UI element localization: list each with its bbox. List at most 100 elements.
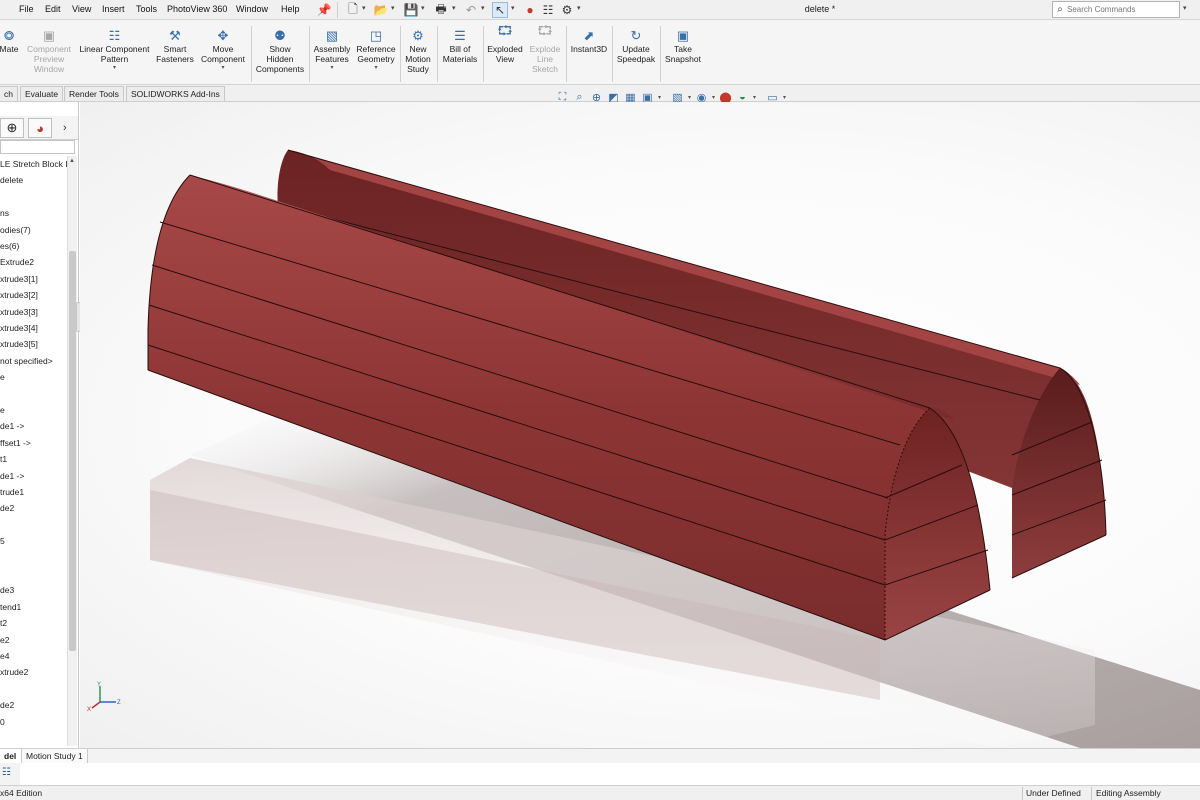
feature-tree-item[interactable]: tend1 xyxy=(0,599,70,615)
timeline-icon[interactable]: ☷ xyxy=(2,767,11,778)
feature-tree-item[interactable] xyxy=(0,566,70,582)
chevron-down-icon[interactable]: ▾ xyxy=(710,94,717,101)
feature-tree-item[interactable]: xtrude3[5] xyxy=(0,336,70,352)
graphics-area[interactable]: Y Z X xyxy=(80,102,1200,748)
tab-evaluate[interactable]: Evaluate xyxy=(20,86,64,101)
feature-tree-item[interactable]: xtrude3[2] xyxy=(0,287,70,303)
open-icon[interactable]: 📂 xyxy=(374,2,389,18)
select-arrow-icon[interactable]: ↖ xyxy=(492,2,508,18)
instant3d-button[interactable]: ⬈ Instant3D xyxy=(568,22,610,54)
feature-tree-item[interactable] xyxy=(0,189,70,205)
take-snapshot-button[interactable]: ▣ Take Snapshot xyxy=(662,22,704,64)
chevron-down-icon[interactable]: ▾ xyxy=(686,94,693,101)
feature-tree-item[interactable] xyxy=(0,681,70,697)
menu-photoview-360[interactable]: PhotoView 360 xyxy=(167,4,227,14)
feature-tree-item[interactable]: xtrude2 xyxy=(0,664,70,680)
feature-tree-item[interactable]: de1 -> xyxy=(0,468,70,484)
chevron-down-icon[interactable]: ▾ xyxy=(481,4,485,12)
feature-tree-item[interactable]: delete xyxy=(0,172,70,188)
chevron-down-icon[interactable]: ▾ xyxy=(577,4,581,12)
chevron-down-icon[interactable]: ▾ xyxy=(221,64,224,72)
pin-icon[interactable]: 📌 xyxy=(316,2,332,18)
feature-tree-item[interactable]: xtrude3[4] xyxy=(0,320,70,336)
new-document-icon[interactable]: 🗋 xyxy=(346,2,360,18)
search-box[interactable]: ⌕ xyxy=(1052,1,1180,18)
feature-tree-item[interactable]: ffset1 -> xyxy=(0,435,70,451)
reference-geometry-button[interactable]: ◳ Reference Geometry ▾ xyxy=(354,22,398,72)
menu-tools[interactable]: Tools xyxy=(136,4,157,14)
scrollbar-thumb[interactable] xyxy=(69,251,76,651)
chevron-down-icon[interactable]: ▾ xyxy=(374,64,377,72)
rebuild-icon[interactable]: ● xyxy=(523,2,537,18)
tab-motion-study-1[interactable]: Motion Study 1 xyxy=(22,749,88,763)
feature-tree-item[interactable]: LE Stretch Block Ir xyxy=(0,156,70,172)
feature-tree-item[interactable] xyxy=(0,517,70,533)
scroll-up-icon[interactable]: ▲ xyxy=(69,158,75,164)
feature-tree-item[interactable] xyxy=(0,386,70,402)
feature-tree-item[interactable]: Extrude2 xyxy=(0,254,70,270)
new-motion-study-button[interactable]: ⚙ New Motion Study xyxy=(401,22,435,74)
feature-tree-item[interactable]: trude1 xyxy=(0,484,70,500)
chevron-down-icon[interactable]: ▾ xyxy=(330,64,333,72)
feature-tree-item[interactable]: de1 -> xyxy=(0,418,70,434)
feature-tree-filter[interactable] xyxy=(0,140,75,154)
file-properties-icon[interactable]: ☷ xyxy=(541,2,555,18)
chevron-down-icon[interactable]: ▾ xyxy=(391,4,395,12)
chevron-right-icon[interactable]: › xyxy=(63,122,67,134)
feature-tree-item[interactable]: e2 xyxy=(0,632,70,648)
update-speedpak-button[interactable]: ↻ Update Speedpak xyxy=(614,22,658,64)
menu-help[interactable]: Help xyxy=(281,4,300,14)
feature-tree-item[interactable]: de2 xyxy=(0,500,70,516)
feature-tree-item[interactable]: xtrude3[3] xyxy=(0,304,70,320)
feature-tree-item[interactable]: es(6) xyxy=(0,238,70,254)
tab-sketch[interactable]: ch xyxy=(0,86,18,101)
linear-component-pattern-button[interactable]: ☷ Linear Component Pattern ▾ xyxy=(77,22,152,72)
smart-fasteners-button[interactable]: ⚒ Smart Fasteners xyxy=(155,22,195,64)
menu-file[interactable]: File xyxy=(19,4,34,14)
bill-of-materials-button[interactable]: ☰ Bill of Materials xyxy=(439,22,481,64)
explode-line-sketch-button[interactable]: ⮔ Explode Line Sketch xyxy=(527,22,563,74)
chevron-down-icon[interactable]: ▾ xyxy=(781,94,788,101)
show-hidden-components-button[interactable]: ⚉ Show Hidden Components xyxy=(254,22,306,74)
chevron-down-icon[interactable]: ▾ xyxy=(511,4,515,12)
search-options-icon[interactable]: ▾ xyxy=(1183,4,1187,12)
component-preview-window-button[interactable]: ▣ Component Preview Window xyxy=(24,22,74,74)
feature-tree-item[interactable]: de3 xyxy=(0,582,70,598)
assembly-model[interactable] xyxy=(80,102,1200,748)
options-icon[interactable]: ⚙ xyxy=(560,2,574,18)
chevron-down-icon[interactable]: ▾ xyxy=(656,94,663,101)
dim-xpert-manager-icon[interactable]: ⊕ xyxy=(0,118,24,138)
display-manager-icon[interactable]: ◕ xyxy=(28,118,52,138)
feature-tree-item[interactable]: xtrude3[1] xyxy=(0,271,70,287)
search-input[interactable] xyxy=(1067,5,1167,14)
menu-insert[interactable]: Insert xyxy=(102,4,125,14)
feature-tree-item[interactable]: 5 xyxy=(0,533,70,549)
menu-edit[interactable]: Edit xyxy=(45,4,61,14)
chevron-down-icon[interactable]: ▾ xyxy=(113,64,116,72)
search-icon[interactable]: ⌕ xyxy=(1053,4,1067,15)
move-component-button[interactable]: ✥ Move Component ▾ xyxy=(199,22,247,72)
feature-tree-item[interactable]: de2 xyxy=(0,697,70,713)
mate-button[interactable]: ⭗ Mate xyxy=(0,22,20,54)
chevron-down-icon[interactable]: ▾ xyxy=(362,4,366,12)
menu-window[interactable]: Window xyxy=(236,4,268,14)
feature-tree-scrollbar[interactable]: ▲ xyxy=(67,156,77,746)
save-icon[interactable]: 💾 xyxy=(404,2,419,18)
menu-view[interactable]: View xyxy=(72,4,91,14)
feature-tree-item[interactable]: t2 xyxy=(0,615,70,631)
tab-solidworks-add-ins[interactable]: SOLIDWORKS Add-Ins xyxy=(126,86,225,101)
chevron-down-icon[interactable]: ▾ xyxy=(751,94,758,101)
print-icon[interactable]: 🖶 xyxy=(434,2,448,18)
tab-render-tools[interactable]: Render Tools xyxy=(64,86,124,101)
feature-tree-item[interactable]: not specified> xyxy=(0,353,70,369)
feature-tree-item[interactable]: ns xyxy=(0,205,70,221)
feature-tree-item[interactable]: e xyxy=(0,402,70,418)
feature-tree-item[interactable]: e xyxy=(0,369,70,385)
tab-model[interactable]: del xyxy=(0,749,22,763)
assembly-features-button[interactable]: ▧ Assembly Features ▾ xyxy=(311,22,353,72)
feature-tree-item[interactable]: e4 xyxy=(0,648,70,664)
feature-tree-item[interactable]: t1 xyxy=(0,451,70,467)
feature-tree-item[interactable]: 0 xyxy=(0,714,70,730)
undo-icon[interactable]: ↶ xyxy=(464,2,478,18)
chevron-down-icon[interactable]: ▾ xyxy=(421,4,425,12)
